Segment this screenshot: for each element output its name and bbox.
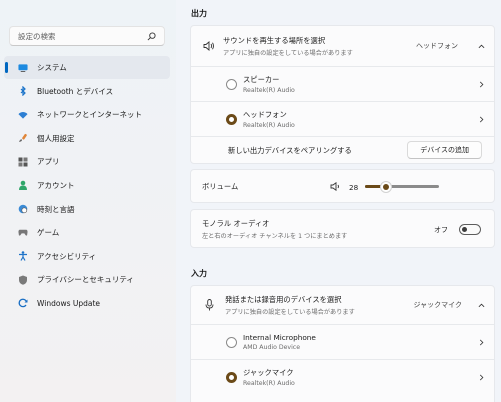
sidebar-item-label: ネットワークとインターネット [37,110,142,120]
bluetooth-icon [18,86,28,97]
chevron-right-icon[interactable] [478,374,485,381]
sidebar-item-label: Windows Update [37,298,101,308]
pair-output-row: 新しい出力デバイスをペアリングする デバイスの追加 [191,137,494,164]
update-icon [18,298,28,308]
accessibility-icon [18,251,28,262]
input-select-subtitle: アプリに独自の設定をしている場合があります [225,308,355,316]
sidebar: 設定の検索 システム Bluetooth とデバイス ネットワークとインターネッ… [0,0,176,402]
chevron-right-icon[interactable] [478,339,485,346]
gamepad-icon [18,228,28,238]
device-name: ヘッドフォン [243,109,287,119]
sidebar-item-label: 個人用設定 [37,133,75,143]
output-section-title: 出力 [191,9,207,18]
device-name: Internal Microphone [243,333,316,342]
sidebar-item-apps[interactable]: アプリ [4,150,170,173]
chevron-up-icon[interactable] [478,43,485,50]
mono-audio-title: モノラル オーディオ [202,219,270,228]
sidebar-item-windows-update[interactable]: Windows Update [4,292,170,315]
output-card: サウンドを再生する場所を選択 アプリに独自の設定をしている場合があります ヘッド… [190,25,495,164]
sidebar-item-bluetooth[interactable]: Bluetooth とデバイス [4,80,170,103]
sidebar-item-label: アプリ [37,157,60,167]
monitor-icon [18,63,28,73]
output-select-value: ヘッドフォン [416,42,458,50]
main-content: 出力 サウンドを再生する場所を選択 アプリに独自の設定をしている場合があります … [176,0,501,402]
volume-card: ボリューム 28 [190,169,495,203]
sidebar-item-time-language[interactable]: 時刻と言語 [4,198,170,221]
wifi-icon [18,110,28,120]
output-device-speaker[interactable]: スピーカー Realtek(R) Audio [191,67,494,101]
chevron-up-icon[interactable] [478,302,485,309]
search-placeholder: 設定の検索 [18,31,56,41]
sidebar-item-gaming[interactable]: ゲーム [4,221,170,244]
sidebar-item-privacy[interactable]: プライバシーとセキュリティ [4,268,170,291]
device-name: ジャックマイク [243,367,294,377]
jack-mic-radio[interactable] [226,371,237,383]
sidebar-item-label: システム [37,63,67,72]
volume-label: ボリューム [202,182,239,191]
sidebar-item-label: Bluetooth とデバイス [37,86,114,96]
microphone-icon [205,299,215,311]
mono-audio-toggle[interactable] [459,224,481,235]
sidebar-item-label: プライバシーとセキュリティ [37,275,134,285]
pair-output-label: 新しい出力デバイスをペアリングする [228,145,352,155]
sidebar-item-personalization[interactable]: 個人用設定 [4,127,170,150]
mono-audio-card: モノラル オーディオ 左と右のオーディオ チャンネルを 1 つにまとめます オフ [190,209,495,248]
internal-mic-radio[interactable] [226,336,237,348]
device-name: スピーカー [243,74,280,84]
add-device-button[interactable]: デバイスの追加 [407,141,482,159]
shield-icon [18,275,28,285]
device-sub: AMD Audio Device [243,344,301,351]
sidebar-item-network[interactable]: ネットワークとインターネット [4,103,170,126]
output-device-headphones[interactable]: ヘッドフォン Realtek(R) Audio [191,102,494,136]
speaker-radio[interactable] [226,78,237,90]
search-icon[interactable] [146,31,156,41]
volume-icon[interactable] [330,181,341,193]
device-sub: Realtek(R) Audio [243,86,295,94]
chevron-right-icon[interactable] [478,81,485,88]
paintbrush-icon [18,133,28,143]
sidebar-item-label: アクセシビリティ [37,251,97,261]
sidebar-item-label: 時刻と言語 [37,204,75,214]
sidebar-item-accessibility[interactable]: アクセシビリティ [4,245,170,268]
mono-audio-state: オフ [434,225,448,234]
output-select-subtitle: アプリに独自の設定をしている場合があります [223,49,353,57]
search-box[interactable]: 設定の検索 [9,26,165,46]
input-device-internal-mic[interactable]: Internal Microphone AMD Audio Device [191,325,494,359]
input-device-jack-mic[interactable]: ジャックマイク Realtek(R) Audio [191,360,494,394]
input-select-value: ジャックマイク [413,301,462,309]
sidebar-item-system[interactable]: システム [4,56,170,79]
sidebar-item-accounts[interactable]: アカウント [4,174,170,197]
device-sub: Realtek(R) Audio [243,379,295,387]
volume-value: 28 [349,182,359,192]
headphones-radio[interactable] [226,113,237,125]
input-section-title: 入力 [191,269,207,278]
output-select-row[interactable]: サウンドを再生する場所を選択 アプリに独自の設定をしている場合があります ヘッド… [191,26,494,66]
mono-audio-row: モノラル オーディオ 左と右のオーディオ チャンネルを 1 つにまとめます オフ [191,210,494,249]
chevron-right-icon[interactable] [478,116,485,123]
sidebar-item-label: アカウント [37,180,75,190]
input-card: 発話または録音用のデバイスを選択 アプリに独自の設定をしている場合があります ジ… [190,285,495,402]
apps-icon [18,157,28,167]
device-sub: Realtek(R) Audio [243,121,295,129]
volume-row: ボリューム 28 [191,170,494,204]
sidebar-item-label: ゲーム [37,228,60,238]
speaker-icon [203,41,215,51]
volume-slider-thumb[interactable] [379,180,392,193]
person-icon [18,180,28,191]
mono-audio-subtitle: 左と右のオーディオ チャンネルを 1 つにまとめます [202,233,348,240]
input-select-title: 発話または録音用のデバイスを選択 [225,294,342,304]
globe-clock-icon [18,204,28,214]
sidebar-nav: システム Bluetooth とデバイス ネットワークとインターネット 個人用設… [4,56,170,316]
input-select-row[interactable]: 発話または録音用のデバイスを選択 アプリに独自の設定をしている場合があります ジ… [191,286,494,324]
output-select-title: サウンドを再生する場所を選択 [223,35,326,45]
